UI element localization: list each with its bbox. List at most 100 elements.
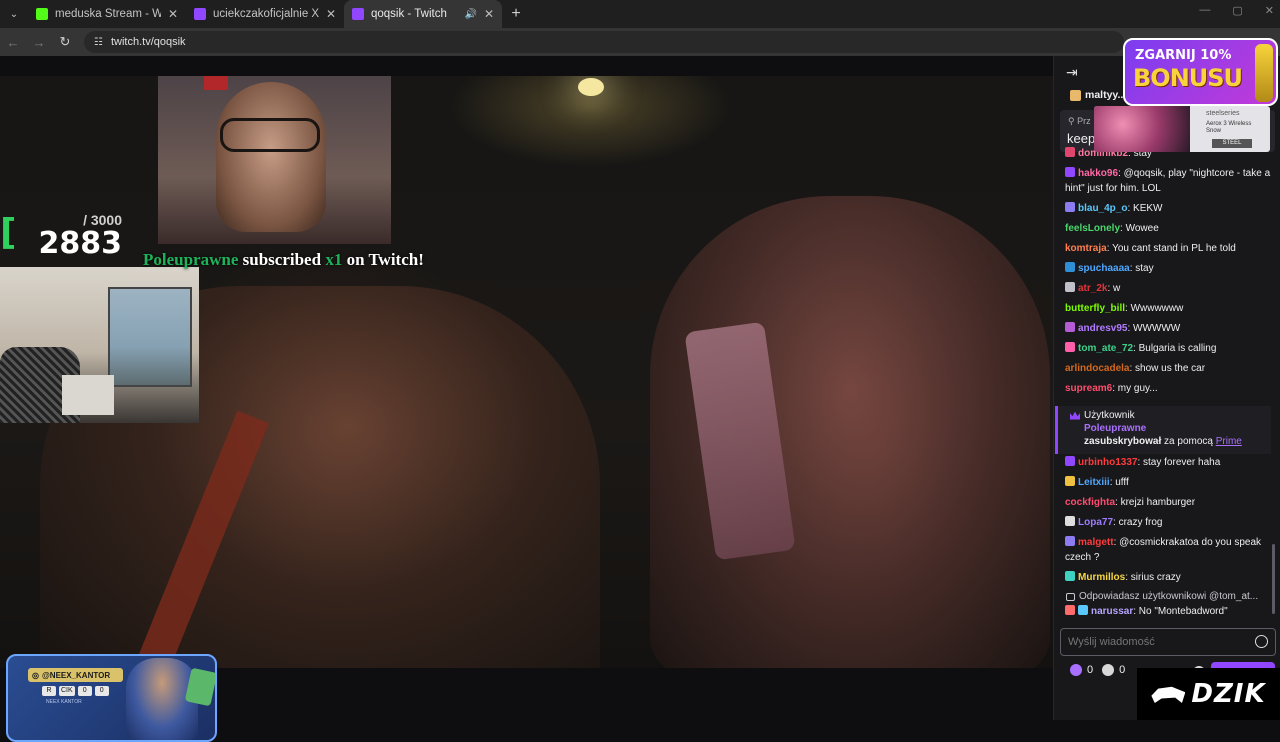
chat-username[interactable]: spuchaaaa — [1078, 263, 1130, 274]
chat-username[interactable]: arlindocadela — [1065, 363, 1129, 374]
pinned-label-text: Prz — [1077, 116, 1091, 126]
minimize-icon[interactable]: — — [1199, 4, 1210, 17]
glasses — [220, 118, 320, 152]
webcam-overlay-top — [158, 76, 391, 244]
chat-text: : Wowee — [1120, 223, 1159, 234]
instagram-icon: ◎ — [32, 670, 39, 680]
alert-username: Poleuprawne — [143, 250, 239, 269]
chat-username[interactable]: tom_ate_72 — [1078, 343, 1133, 354]
bonus-ad-banner[interactable]: ZGARNIJ 10% BONUSU — [1123, 38, 1278, 106]
chat-username[interactable]: narussar — [1091, 606, 1133, 617]
close-tab-icon[interactable]: ✕ — [168, 7, 178, 21]
chat-input[interactable] — [1060, 628, 1276, 656]
channel-points[interactable]: 0 0 — [1070, 664, 1125, 676]
chat-panel: ⇥ maltyy... ⚲ Prz keep dominikb2: stay ha… — [1053, 56, 1280, 720]
tab-uciekczak[interactable]: uciekczakoficjalnie XD - Twitch ✕ — [186, 0, 344, 28]
chat-username[interactable]: hakko96 — [1078, 168, 1118, 179]
chat-message: komtraja: You cant stand in PL he told — [1065, 241, 1273, 256]
site-info-icon[interactable]: ☷ — [94, 37, 103, 48]
chat-username[interactable]: Leitxiii — [1078, 477, 1110, 488]
tab-title: meduska Stream - Watch Live o — [55, 8, 161, 20]
tab-meduska[interactable]: meduska Stream - Watch Live o ✕ — [28, 0, 186, 28]
steelseries-ad[interactable]: steelseries Aerox 3 Wireless Snow STEEL — [1094, 106, 1270, 152]
ceiling-light — [578, 78, 604, 96]
chat-text: : stay — [1129, 263, 1154, 274]
webcam-overlay-room — [0, 267, 199, 423]
emoji-icon[interactable] — [1255, 635, 1268, 648]
sub-username[interactable]: Poleuprawne — [1084, 423, 1146, 434]
chat-username[interactable]: Murmillos — [1078, 572, 1125, 583]
bits-icon — [1070, 664, 1082, 676]
user-badge-icon — [1065, 202, 1075, 212]
chat-text: : WWWWW — [1127, 323, 1181, 334]
chat-username[interactable]: Lopa77 — [1078, 517, 1113, 528]
forward-arrow-icon[interactable]: → — [26, 35, 52, 50]
chat-username[interactable]: atr_2k — [1078, 283, 1107, 294]
user-badge-icon — [1065, 322, 1075, 332]
counter-value: 2883 — [38, 226, 123, 261]
subscription-alert: Poleuprawne subscribed x1 on Twitch! — [143, 250, 424, 270]
user-badge-icon — [1065, 167, 1075, 177]
chat-text: : stay forever haha — [1137, 457, 1221, 468]
chat-message: arlindocadela: show us the car — [1065, 361, 1273, 376]
steel-cta: STEEL — [1212, 139, 1252, 148]
chat-username[interactable]: malgett — [1078, 537, 1114, 548]
close-tab-icon[interactable]: ✕ — [484, 7, 494, 21]
chat-username[interactable]: urbinho1337 — [1078, 457, 1137, 468]
chat-text: : my guy... — [1112, 383, 1158, 394]
chat-text: : w — [1107, 283, 1121, 294]
instagram-handle: ◎ @NEEX_KANTOR — [28, 668, 123, 682]
chat-username[interactable]: blau_4p_o — [1078, 203, 1127, 214]
chat-username[interactable]: komtraja — [1065, 243, 1107, 254]
chat-username[interactable]: andresv95 — [1078, 323, 1127, 334]
new-tab-button[interactable]: + — [502, 5, 530, 23]
chat-username[interactable]: butterfly_bill — [1065, 303, 1125, 314]
chat-message: Leitxiii: ufff — [1065, 475, 1273, 490]
dzik-ad[interactable]: DZIK — [1137, 668, 1280, 720]
bits-count: 0 — [1087, 664, 1094, 676]
reply-text: Odpowiadasz użytkownikowi @tom_at... — [1079, 591, 1259, 602]
user-badge-icon — [1065, 262, 1075, 272]
points-count: 0 — [1119, 664, 1126, 676]
back-arrow-icon[interactable]: ← — [0, 35, 26, 50]
chat-username[interactable]: feelsLonely — [1065, 223, 1120, 234]
steel-product: Aerox 3 Wireless Snow — [1206, 121, 1252, 134]
tab-search-button[interactable]: ⌄ — [0, 0, 28, 28]
chat-username[interactable]: cockfighta — [1065, 497, 1115, 508]
close-tab-icon[interactable]: ✕ — [326, 7, 336, 21]
boar-logo-icon — [1151, 686, 1186, 703]
url-text: twitch.tv/qoqsik — [110, 36, 186, 48]
chat-text: : ufff — [1109, 477, 1129, 488]
speaker-icon[interactable]: 🔊 — [464, 9, 476, 20]
chat-message: blau_4p_o: KEKW — [1065, 201, 1273, 216]
user-badge-icon — [1065, 147, 1075, 157]
chat-text: : KEKW — [1127, 203, 1163, 214]
twitch-favicon-icon — [194, 8, 206, 20]
webcam-person — [216, 82, 326, 232]
coin-icon — [1255, 44, 1273, 102]
sub-notice: Użytkownik Poleuprawne zasubskrybował za… — [1055, 406, 1271, 454]
close-window-icon[interactable]: ✕ — [1265, 4, 1274, 17]
chat-message: Murmillos: sirius crazy — [1065, 570, 1273, 585]
chat-message: supream6: my guy... — [1065, 381, 1273, 396]
neex-kantor-promo[interactable]: ◎ @NEEX_KANTOR R CIK 0 0 NEEX KANTOR — [6, 654, 217, 742]
steel-brand: steelseries — [1206, 110, 1240, 117]
reload-icon[interactable]: ↻ — [52, 34, 78, 50]
user-badge-icon — [1065, 605, 1075, 615]
social-chips: R CIK 0 0 — [42, 686, 109, 696]
handle-text: @NEEX_KANTOR — [41, 670, 111, 680]
chat-text: : You cant stand in PL he told — [1106, 243, 1236, 254]
dzik-text: DZIK — [1191, 679, 1266, 709]
kick-favicon-icon — [36, 8, 48, 20]
tab-title: uciekczakoficjalnie XD - Twitch — [213, 8, 319, 20]
tab-qoqsik[interactable]: qoqsik - Twitch 🔊 ✕ — [344, 0, 502, 28]
points-icon — [1102, 664, 1115, 676]
maximize-icon[interactable]: ▢ — [1232, 4, 1242, 17]
url-field[interactable]: ☷ twitch.tv/qoqsik — [84, 31, 1124, 53]
chat-username[interactable]: supream6 — [1065, 383, 1112, 394]
prime-link[interactable]: Prime — [1216, 436, 1242, 447]
chat-scrollbar[interactable] — [1272, 544, 1275, 614]
promo-tagline: NEEX KANTOR — [46, 699, 82, 705]
social-chip: R — [42, 686, 56, 696]
social-chip: 0 — [94, 686, 109, 696]
